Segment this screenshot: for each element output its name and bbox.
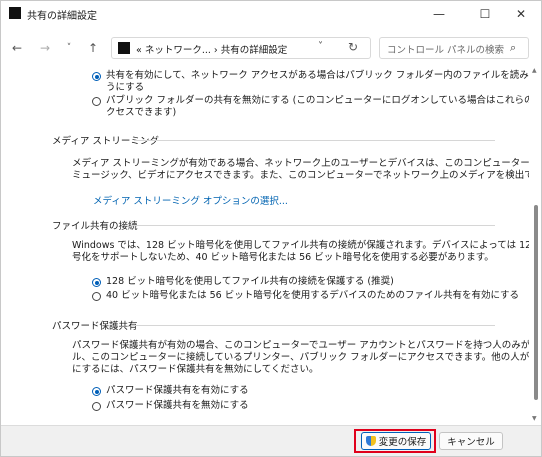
advanced-sharing-window: 共有の詳細設定 — ☐ ✕ ← → ˅ ↑ « ネットワーク... › 共有の詳…: [0, 0, 542, 457]
refresh-icon[interactable]: ↻: [348, 40, 358, 54]
file-sharing-heading: ファイル共有の接続: [52, 221, 138, 232]
scroll-down-icon[interactable]: ▼: [532, 415, 537, 422]
public-sharing-on-label[interactable]: 共有を有効にして、ネットワーク アクセスがある場合はパブリック フォルダー内のフ…: [106, 69, 529, 82]
navigation-bar: ← → ˅ ↑ « ネットワーク... › 共有の詳細設定 ˅ ↻ コントロール…: [1, 31, 541, 65]
cancel-button[interactable]: キャンセル: [439, 432, 503, 450]
control-panel-icon: [118, 42, 130, 54]
section-divider: [131, 225, 495, 226]
app-icon: [9, 7, 21, 19]
recent-locations-chevron-icon[interactable]: ˅: [61, 40, 77, 56]
scroll-up-icon[interactable]: ▲: [532, 67, 537, 74]
address-history-chevron-icon[interactable]: ˅: [318, 41, 323, 52]
vertical-scrollbar[interactable]: ▲ ▼: [531, 65, 541, 425]
password-sharing-off-label[interactable]: パスワード保護共有を無効にする: [106, 399, 249, 412]
up-arrow-icon[interactable]: ↑: [85, 40, 101, 56]
password-sharing-description-end: にするには、パスワード保護共有を無効にしてください。: [72, 364, 319, 375]
encryption-40-56-label[interactable]: 40 ビット暗号化または 56 ビット暗号化を使用するデバイスのためのファイル共…: [106, 289, 519, 302]
encryption-128-radio[interactable]: [92, 278, 101, 287]
window-title: 共有の詳細設定: [27, 11, 97, 22]
save-button-highlight: [354, 429, 436, 453]
forward-arrow-icon[interactable]: →: [37, 40, 53, 56]
media-streaming-description-cont: ミュージック、ビデオにアクセスできます。また、このコンピューターでネットワーク上…: [72, 170, 529, 181]
password-sharing-heading: パスワード保護共有: [52, 321, 138, 332]
password-sharing-off-radio[interactable]: [92, 402, 101, 411]
encryption-40-56-radio[interactable]: [92, 292, 101, 301]
password-sharing-on-label[interactable]: パスワード保護共有を有効にする: [106, 384, 249, 397]
minimize-button[interactable]: —: [419, 1, 459, 27]
back-arrow-icon[interactable]: ←: [9, 40, 25, 56]
section-divider: [131, 325, 495, 326]
encryption-128-label[interactable]: 128 ビット暗号化を使用してファイル共有の接続を保護する (推奨): [106, 275, 394, 288]
public-sharing-off-radio[interactable]: [92, 97, 101, 106]
search-icon[interactable]: ⌕: [510, 41, 516, 55]
settings-content: 共有を有効にして、ネットワーク アクセスがある場合はパブリック フォルダー内のフ…: [1, 65, 529, 425]
address-bar[interactable]: « ネットワーク... › 共有の詳細設定 ˅ ↻: [111, 37, 371, 59]
search-placeholder: コントロール パネルの検索: [387, 45, 505, 56]
public-sharing-on-label-cont[interactable]: うにする: [106, 81, 144, 94]
section-divider: [135, 140, 495, 141]
public-sharing-on-radio[interactable]: [92, 72, 101, 81]
media-streaming-options-link[interactable]: メディア ストリーミング オプションの選択...: [93, 193, 288, 207]
search-input[interactable]: コントロール パネルの検索 ⌕: [379, 37, 529, 59]
dialog-footer: 変更の保存 キャンセル: [1, 425, 541, 456]
password-sharing-on-radio[interactable]: [92, 387, 101, 396]
file-sharing-description-cont: 号化をサポートしないため、40 ビット暗号化または 56 ビット暗号化を使用する…: [72, 252, 494, 263]
breadcrumb[interactable]: « ネットワーク... › 共有の詳細設定: [136, 42, 287, 56]
maximize-button[interactable]: ☐: [465, 1, 505, 27]
close-button[interactable]: ✕: [501, 1, 541, 27]
scrollbar-thumb[interactable]: [534, 205, 538, 400]
title-bar: 共有の詳細設定 — ☐ ✕: [1, 1, 541, 29]
public-sharing-off-label-cont[interactable]: クセスできます): [106, 106, 176, 119]
